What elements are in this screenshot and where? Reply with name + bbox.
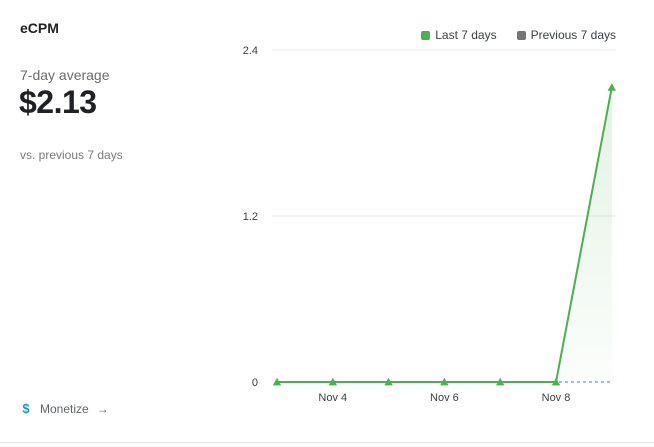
x-tick-label: Nov 4 — [318, 392, 347, 404]
x-tick-label: Nov 8 — [542, 392, 571, 404]
card-divider — [0, 442, 654, 443]
x-tick-label: Nov 6 — [430, 392, 459, 404]
data-point-marker[interactable] — [607, 83, 616, 91]
y-tick-label: 0 — [252, 377, 258, 389]
y-tick-label: 1.2 — [243, 211, 258, 223]
series-last-7-days-line — [277, 87, 613, 383]
ecpm-line-chart: 0 1.2 2.4 Nov 4 Nov 6 Nov 8 — [243, 45, 616, 404]
y-tick-label: 2.4 — [243, 45, 258, 57]
ecpm-card: eCPM 7-day average $2.13 vs. previous 7 … — [0, 0, 654, 447]
